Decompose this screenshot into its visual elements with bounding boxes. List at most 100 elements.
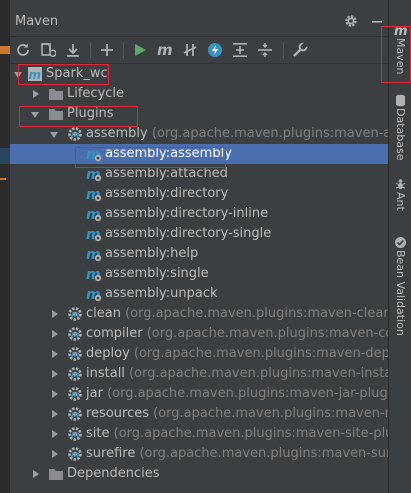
svg-text:m: m	[71, 410, 79, 419]
maven-goal-icon: m	[86, 246, 102, 263]
tree-node-label: assembly (org.apache.maven.plugins:maven…	[86, 124, 388, 144]
node-name: assembly:unpack	[105, 286, 218, 301]
hide-icon[interactable]	[371, 13, 383, 27]
node-name: surefire	[86, 446, 136, 461]
collapse-arrow-icon[interactable]	[50, 132, 58, 138]
gear-icon[interactable]	[344, 13, 358, 27]
expand-arrow-icon[interactable]	[52, 410, 58, 418]
node-name: site	[86, 426, 110, 441]
tree-node-plugin[interactable]: m deploy (org.apache.maven.plugins:maven-…	[10, 344, 388, 364]
expand-arrow-icon[interactable]	[52, 310, 58, 318]
gutter-marker	[0, 178, 6, 180]
node-name: assembly:directory-inline	[105, 206, 269, 221]
tree-node-goal[interactable]: m assembly:directory-single	[10, 224, 388, 244]
plugin-icon: m	[67, 386, 83, 402]
collapse-icon[interactable]	[231, 41, 249, 59]
highlight-box-maven-tab	[381, 26, 411, 83]
node-description: (org.apache.maven.plugins:maven-resourc	[153, 406, 388, 421]
folder-icon	[48, 86, 64, 102]
node-name: assembly	[86, 126, 148, 141]
tree-node-label: assembly:directory	[105, 184, 228, 204]
editor-gutter-strip	[0, 0, 10, 493]
node-name: assembly:directory	[105, 186, 229, 201]
tree-node-label: clean (org.apache.maven.plugins:maven-cl…	[86, 304, 388, 324]
highlight-box-project	[18, 64, 109, 85]
expand-arrow-icon[interactable]	[52, 390, 58, 398]
expand-arrow-icon[interactable]	[52, 450, 58, 458]
tree-node-plugin[interactable]: m resources (org.apache.maven.plugins:mav…	[10, 404, 388, 424]
tab-bean-validation-label: Bean Validation	[394, 250, 407, 336]
tree-node-label: assembly:directory-single	[105, 224, 271, 244]
node-name: assembly:directory-single	[105, 226, 272, 241]
tree-node-label: jar (org.apache.maven.plugins:maven-jar-…	[86, 384, 388, 404]
tree-node-plugin-assembly[interactable]: m assembly (org.apache.maven.plugins:mave…	[10, 124, 388, 144]
svg-text:m: m	[157, 42, 173, 58]
tree-node-plugin[interactable]: m jar (org.apache.maven.plugins:maven-jar…	[10, 384, 388, 404]
gutter-marker	[0, 46, 10, 54]
expand-arrow-icon[interactable]	[33, 90, 39, 98]
node-description: (org.apache.maven.plugins:maven-install-…	[129, 366, 388, 381]
add-icon[interactable]	[98, 41, 116, 59]
wrench-icon[interactable]	[291, 41, 309, 59]
node-description: (org.apache.maven.plugins:maven-jar-plug…	[107, 386, 388, 401]
maven-goal-icon: m	[86, 186, 102, 203]
tree-node-label: site (org.apache.maven.plugins:maven-sit…	[86, 424, 388, 444]
tree-node-plugin[interactable]: m compiler (org.apache.maven.plugins:mave…	[10, 324, 388, 344]
svg-text:m: m	[71, 350, 79, 359]
tree-node-plugin[interactable]: m install (org.apache.maven.plugins:maven…	[10, 364, 388, 384]
plugin-icon: m	[67, 446, 83, 462]
tab-ant[interactable]: Ant	[389, 176, 411, 216]
tab-bean-validation[interactable]: Bean Validation	[389, 234, 411, 344]
tree-node-label: assembly:single	[105, 264, 209, 284]
tab-database[interactable]: Database	[389, 92, 411, 162]
expand-arrow-icon[interactable]	[52, 370, 58, 378]
plugin-icon: m	[67, 306, 83, 322]
download-icon[interactable]	[64, 41, 82, 59]
tree-node-label: assembly:help	[105, 244, 198, 264]
tree-node-goal[interactable]: m assembly:single	[10, 264, 388, 284]
tree-node-lifecycle[interactable]: Lifecycle	[10, 84, 388, 104]
tree-node-goal[interactable]: m assembly:directory-inline	[10, 204, 388, 224]
tree-node-plugin[interactable]: m clean (org.apache.maven.plugins:maven-c…	[10, 304, 388, 324]
node-name: deploy	[86, 346, 130, 361]
plugin-icon: m	[67, 426, 83, 442]
svg-text:m: m	[71, 130, 79, 139]
node-name: assembly:single	[105, 266, 209, 281]
plugin-icon: m	[67, 326, 83, 342]
execute-goal-icon[interactable]: m	[156, 41, 174, 59]
expand-icon[interactable]	[256, 41, 274, 59]
expand-arrow-icon[interactable]	[33, 470, 39, 478]
svg-text:m: m	[71, 430, 79, 439]
tool-window-title: Maven	[15, 14, 59, 29]
generate-sources-icon[interactable]	[39, 41, 57, 59]
run-icon[interactable]	[131, 41, 149, 59]
expand-arrow-icon[interactable]	[52, 330, 58, 338]
bean-validation-icon	[394, 234, 407, 248]
plugin-icon: m	[67, 406, 83, 422]
expand-arrow-icon[interactable]	[52, 350, 58, 358]
tool-window-header: Maven	[10, 0, 388, 37]
tree-node-label: resources (org.apache.maven.plugins:mave…	[86, 404, 388, 424]
svg-text:m: m	[71, 330, 79, 339]
node-name: install	[86, 366, 125, 381]
tree-node-goal[interactable]: m assembly:help	[10, 244, 388, 264]
tree-node-plugin[interactable]: m surefire (org.apache.maven.plugins:mave…	[10, 444, 388, 464]
ant-icon	[394, 176, 407, 190]
tree-node-label: compiler (org.apache.maven.plugins:maven…	[86, 324, 388, 344]
toolbar-separator	[123, 42, 124, 58]
gutter-marker	[0, 148, 10, 164]
tree-node-dependencies[interactable]: Dependencies	[10, 464, 388, 484]
tree-node-label: Dependencies	[67, 464, 160, 484]
node-name: assembly:help	[105, 246, 199, 261]
tree-node-plugin[interactable]: m site (org.apache.maven.plugins:maven-si…	[10, 424, 388, 444]
reimport-icon[interactable]	[14, 41, 32, 59]
maven-goal-icon: m	[86, 286, 102, 303]
tree-node-label: assembly:unpack	[105, 284, 218, 304]
tree-node-goal[interactable]: m assembly:directory	[10, 184, 388, 204]
expand-arrow-icon[interactable]	[52, 430, 58, 438]
skip-tests-icon[interactable]	[181, 41, 199, 59]
offline-icon[interactable]	[206, 41, 224, 59]
node-name: resources	[86, 406, 150, 421]
node-description: (org.apache.maven.plugins:maven-clean-pl…	[125, 306, 388, 321]
tree-node-goal[interactable]: m assembly:unpack	[10, 284, 388, 304]
